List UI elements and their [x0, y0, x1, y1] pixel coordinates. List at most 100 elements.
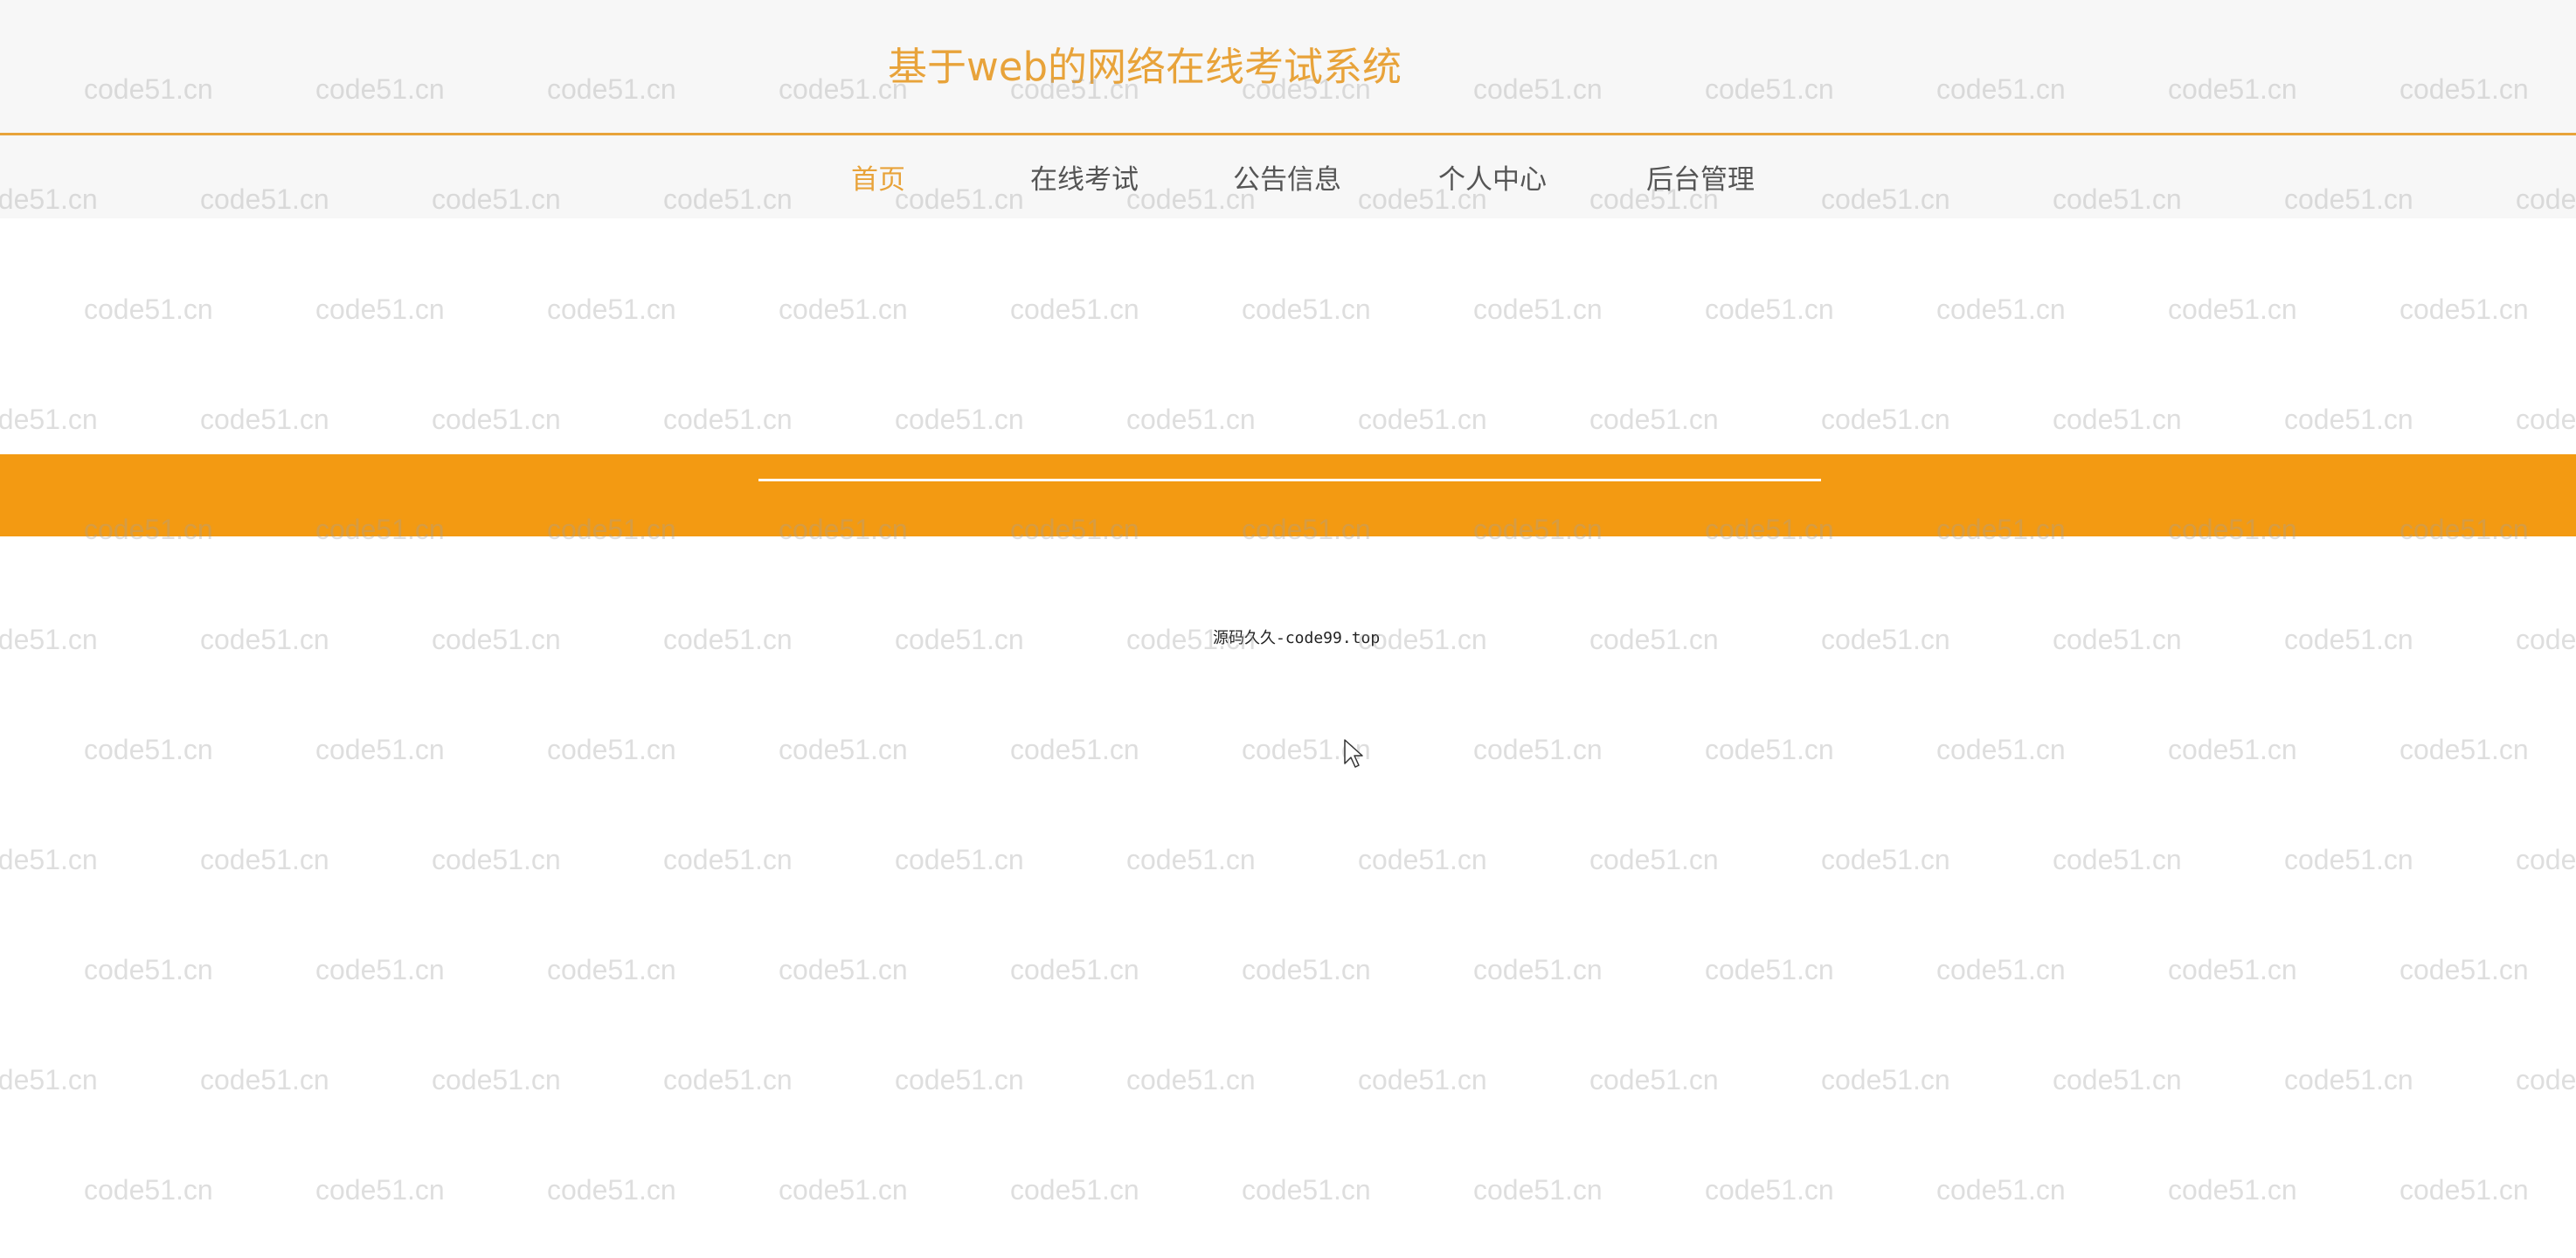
watermark-text: code51.cn — [779, 294, 908, 325]
watermark-text: code51.cn — [1242, 294, 1371, 325]
watermark-text: code51.cn — [779, 734, 908, 765]
watermark-text: code51.cn — [84, 294, 213, 325]
watermark-text: code51.cn — [200, 624, 329, 655]
nav-item-personal-center[interactable]: 个人中心 — [1438, 157, 1547, 197]
watermark-text: code51.cn — [2399, 954, 2529, 985]
watermark-text: code51.cn — [1936, 734, 2066, 765]
watermark-text: code51.cn — [0, 404, 98, 435]
header: 基于web的网络在线考试系统 首页 在线考试 公告信息 个人中心 后台管理 — [0, 0, 2576, 218]
watermark-text: code51.cn — [0, 624, 98, 655]
watermark-text: code51.cn — [1473, 294, 1603, 325]
watermark-text: code51.cn — [432, 404, 561, 435]
watermark-text: code51.cn — [1358, 1064, 1487, 1096]
watermark-text: code51.cn — [1010, 734, 1139, 765]
nav-item-online-exam[interactable]: 在线考试 — [1030, 157, 1139, 197]
watermark-text: code51.cn — [1473, 954, 1603, 985]
mouse-cursor-icon — [1344, 739, 1363, 768]
nav-item-home[interactable]: 首页 — [851, 157, 905, 197]
watermark-text: code51.cn — [895, 844, 1024, 875]
watermark-text: code51.cn — [432, 624, 561, 655]
watermark-text: code51.cn — [2168, 1174, 2297, 1206]
watermark-text: code51.cn — [432, 1064, 561, 1096]
watermark-text: code51.cn — [315, 954, 445, 985]
watermark-text: code51.cn — [895, 1064, 1024, 1096]
watermark-text: code51.cn — [2516, 844, 2576, 875]
watermark-text: code51.cn — [1936, 954, 2066, 985]
watermark-text: code51.cn — [895, 624, 1024, 655]
nav-item-admin[interactable]: 后台管理 — [1646, 157, 1755, 197]
watermark-text: code51.cn — [1358, 844, 1487, 875]
watermark-text: code51.cn — [1473, 734, 1603, 765]
watermark-text: code51.cn — [2168, 954, 2297, 985]
watermark-text: code51.cn — [2399, 1174, 2529, 1206]
watermark-text: code51.cn — [1010, 294, 1139, 325]
watermark-text: code51.cn — [1358, 404, 1487, 435]
watermark-text: code51.cn — [1705, 1174, 1834, 1206]
footer-text[interactable]: 源码久久-code99.top — [1213, 626, 1380, 648]
page: 基于web的网络在线考试系统 首页 在线考试 公告信息 个人中心 后台管理 源码… — [0, 0, 2576, 1258]
watermark-text: code51.cn — [1821, 624, 1950, 655]
watermark-text: code51.cn — [2284, 1064, 2413, 1096]
watermark-text: code51.cn — [200, 844, 329, 875]
watermark-text: code51.cn — [663, 1064, 793, 1096]
watermark-text: code51.cn — [2053, 624, 2182, 655]
watermark-text: code51.cn — [547, 1174, 676, 1206]
watermark-text: code51.cn — [779, 954, 908, 985]
watermark-text: code51.cn — [1010, 1174, 1139, 1206]
watermark-text: code51.cn — [1589, 1064, 1719, 1096]
banner — [0, 454, 2576, 536]
watermark-text: code51.cn — [84, 734, 213, 765]
watermark-text: code51.cn — [1010, 954, 1139, 985]
watermark-text: code51.cn — [0, 1064, 98, 1096]
watermark-text: code51.cn — [1936, 294, 2066, 325]
watermark-text: code51.cn — [2053, 1064, 2182, 1096]
watermark-text: code51.cn — [315, 294, 445, 325]
main-nav: 首页 在线考试 公告信息 个人中心 后台管理 — [0, 135, 2576, 218]
watermark-text: code51.cn — [0, 844, 98, 875]
watermark-text: code51.cn — [547, 954, 676, 985]
watermark-text: code51.cn — [2053, 844, 2182, 875]
watermark-text: code51.cn — [663, 624, 793, 655]
watermark-text: code51.cn — [1821, 404, 1950, 435]
watermark-text: code51.cn — [1242, 954, 1371, 985]
watermark-text: code51.cn — [315, 1174, 445, 1206]
watermark-text: code51.cn — [1126, 404, 1256, 435]
watermark-text: code51.cn — [84, 954, 213, 985]
watermark-text: code51.cn — [1589, 844, 1719, 875]
watermark-text: code51.cn — [2053, 404, 2182, 435]
watermark-text: code51.cn — [1705, 954, 1834, 985]
watermark-text: code51.cn — [2516, 624, 2576, 655]
watermark-text: code51.cn — [2284, 404, 2413, 435]
watermark-text: code51.cn — [1126, 1064, 1256, 1096]
watermark-text: code51.cn — [1473, 1174, 1603, 1206]
watermark-text: code51.cn — [432, 844, 561, 875]
watermark-text: code51.cn — [2516, 1064, 2576, 1096]
site-title: 基于web的网络在线考试系统 — [888, 44, 1402, 90]
watermark-text: code51.cn — [663, 404, 793, 435]
watermark-text: code51.cn — [2284, 624, 2413, 655]
watermark-text: code51.cn — [1821, 1064, 1950, 1096]
watermark-text: code51.cn — [315, 734, 445, 765]
watermark-text: code51.cn — [1705, 294, 1834, 325]
watermark-text: code51.cn — [663, 844, 793, 875]
watermark-text: code51.cn — [547, 294, 676, 325]
watermark-text: code51.cn — [200, 404, 329, 435]
banner-divider — [758, 479, 1821, 481]
watermark-text: code51.cn — [1821, 844, 1950, 875]
watermark-text: code51.cn — [1589, 404, 1719, 435]
title-area: 基于web的网络在线考试系统 — [0, 0, 2576, 135]
watermark-text: code51.cn — [2399, 294, 2529, 325]
watermark-text: code51.cn — [2399, 734, 2529, 765]
watermark-text: code51.cn — [895, 404, 1024, 435]
watermark-text: code51.cn — [779, 1174, 908, 1206]
watermark-text: code51.cn — [1242, 1174, 1371, 1206]
watermark-text: code51.cn — [84, 1174, 213, 1206]
watermark-text: code51.cn — [1589, 624, 1719, 655]
nav-item-announcements[interactable]: 公告信息 — [1233, 157, 1341, 197]
watermark-text: code51.cn — [1126, 844, 1256, 875]
watermark-text: code51.cn — [2168, 734, 2297, 765]
watermark-text: code51.cn — [547, 734, 676, 765]
watermark-text: code51.cn — [1936, 1174, 2066, 1206]
watermark-text: code51.cn — [200, 1064, 329, 1096]
watermark-text: code51.cn — [2168, 294, 2297, 325]
